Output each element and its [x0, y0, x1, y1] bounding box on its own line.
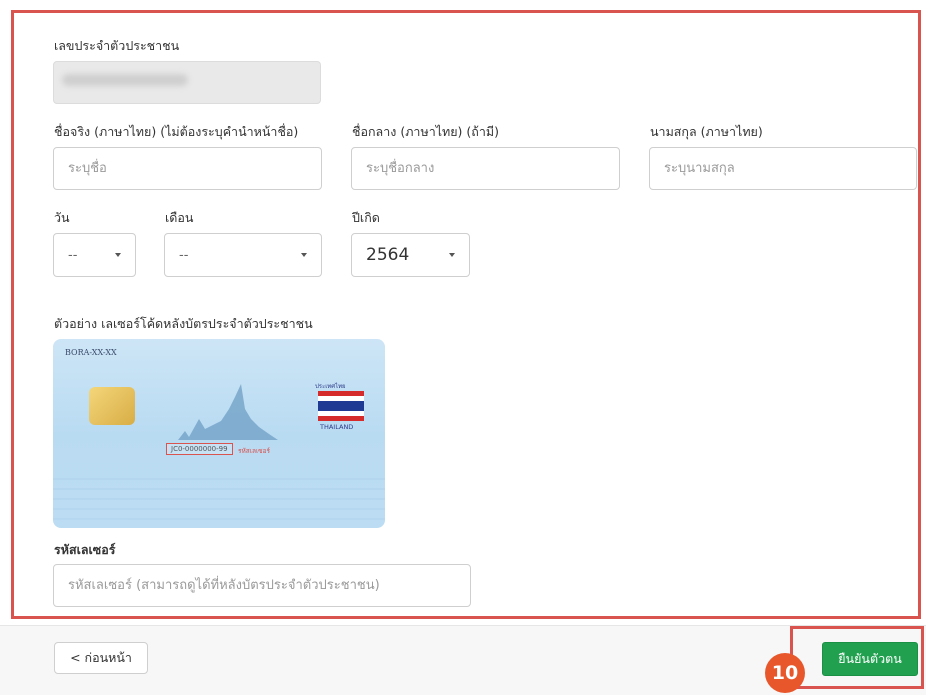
day-select-value: --: [68, 247, 78, 263]
month-select-value: --: [179, 247, 189, 263]
year-label: ปีเกิด: [352, 210, 380, 225]
month-label: เดือน: [165, 210, 194, 225]
card-laser-code: JC0-0000000-99: [166, 443, 233, 455]
day-select[interactable]: --: [53, 233, 136, 277]
first-name-input[interactable]: [53, 147, 322, 190]
last-name-label: นามสกุล (ภาษาไทย): [650, 124, 763, 139]
chevron-down-icon: [115, 253, 121, 257]
confirm-identity-button[interactable]: ยืนยันตัวตน: [822, 642, 918, 676]
id-number-label: เลขประจำตัวประชาชน: [54, 38, 180, 53]
identity-form: เลขประจำตัวประชาชน ชื่อจริง (ภาษาไทย) (ไ…: [0, 0, 926, 625]
card-country-th: ประเทศไทย: [315, 383, 346, 390]
month-select[interactable]: --: [164, 233, 322, 277]
laser-code-label: รหัสเลเซอร์: [54, 542, 116, 557]
middle-name-label: ชื่อกลาง (ภาษาไทย) (ถ้ามี): [352, 124, 499, 139]
chevron-down-icon: [449, 253, 455, 257]
back-button[interactable]: < ก่อนหน้า: [54, 642, 148, 674]
first-name-label: ชื่อจริง (ภาษาไทย) (ไม่ต้องระบุคำนำหน้าช…: [54, 124, 299, 139]
year-select[interactable]: 2564: [351, 233, 470, 277]
step-number-badge: 10: [765, 653, 805, 693]
thai-flag-icon: [318, 391, 364, 421]
day-label: วัน: [54, 210, 70, 225]
laser-code-input[interactable]: [53, 564, 471, 607]
id-card-example-image: BORA-XX-XX ประเทศไทย THAILAND JC0-000000…: [53, 339, 385, 528]
chevron-down-icon: [301, 253, 307, 257]
card-laser-label: รหัสเลเซอร์: [238, 447, 270, 455]
card-country-en: THAILAND: [320, 423, 354, 431]
card-pattern: [53, 384, 385, 520]
last-name-input[interactable]: [649, 147, 917, 190]
middle-name-input[interactable]: [351, 147, 620, 190]
card-example-label: ตัวอย่าง เลเซอร์โค้ดหลังบัตรประจำตัวประช…: [54, 316, 313, 331]
id-number-value: [62, 74, 188, 86]
year-select-value: 2564: [366, 245, 410, 265]
